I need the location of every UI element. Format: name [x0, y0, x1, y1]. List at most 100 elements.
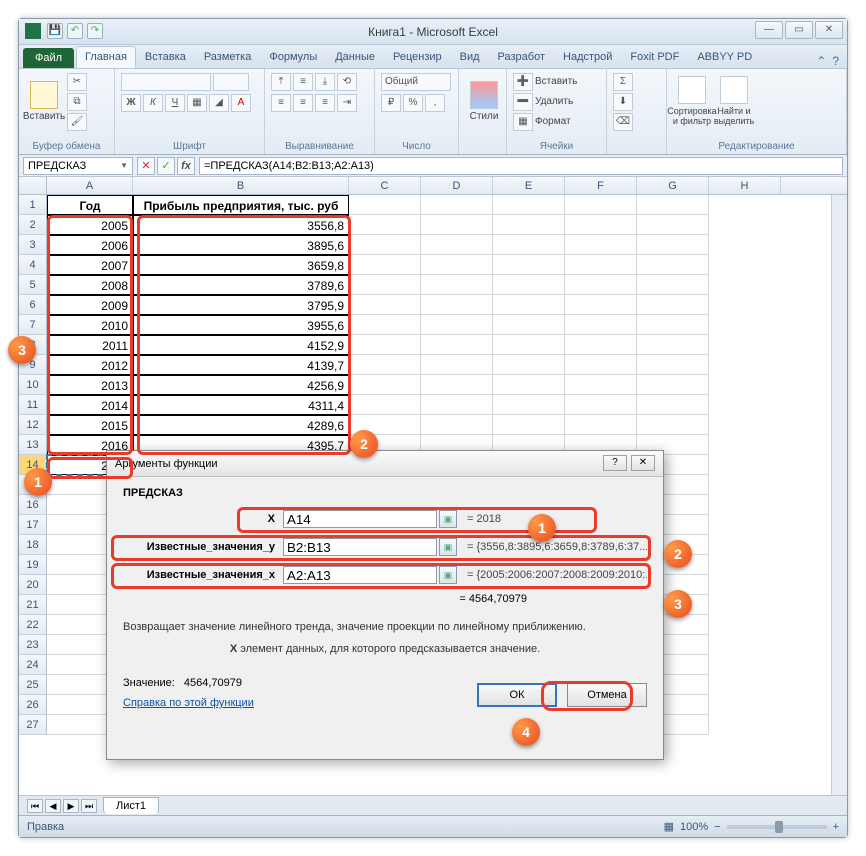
format-painter-icon[interactable]: 🖌: [67, 113, 87, 131]
format-cells-icon[interactable]: ▦: [513, 113, 533, 131]
cell-b1[interactable]: Прибыль предприятия, тыс. руб: [133, 195, 349, 215]
tab-data[interactable]: Данные: [326, 46, 384, 68]
percent-icon[interactable]: %: [403, 94, 423, 112]
table-cell[interactable]: 2015: [47, 415, 133, 435]
row-header[interactable]: 4: [19, 255, 47, 275]
align-right-icon[interactable]: ≡: [315, 94, 335, 112]
tab-abbyy[interactable]: ABBYY PD: [688, 46, 761, 68]
collapse-dialog-icon[interactable]: ▣: [439, 538, 457, 556]
tab-formulas[interactable]: Формулы: [260, 46, 326, 68]
row-header[interactable]: 20: [19, 575, 47, 595]
styles-button[interactable]: Стили: [465, 73, 503, 129]
clear-icon[interactable]: ⌫: [613, 113, 633, 131]
fx-icon[interactable]: fx: [177, 157, 195, 175]
arg-input-xknown[interactable]: [283, 566, 437, 584]
align-left-icon[interactable]: ≡: [271, 94, 291, 112]
row-header[interactable]: 23: [19, 635, 47, 655]
vertical-scrollbar[interactable]: [831, 195, 847, 835]
fill-icon[interactable]: ⬇: [613, 93, 633, 111]
font-size[interactable]: [213, 73, 249, 91]
arg-input-x[interactable]: [283, 510, 437, 528]
row-header[interactable]: 10: [19, 375, 47, 395]
copy-icon[interactable]: ⧉: [67, 93, 87, 111]
next-sheet-icon[interactable]: ▶: [63, 799, 79, 813]
table-cell[interactable]: 4139,7: [133, 355, 349, 375]
chevron-down-icon[interactable]: ▼: [120, 158, 128, 174]
row-header[interactable]: 5: [19, 275, 47, 295]
comma-icon[interactable]: ,: [425, 94, 445, 112]
table-cell[interactable]: 3556,8: [133, 215, 349, 235]
table-cell[interactable]: 4152,9: [133, 335, 349, 355]
name-box[interactable]: ПРЕДСКАЗ ▼: [23, 157, 133, 175]
col-header-e[interactable]: E: [493, 177, 565, 194]
row-header[interactable]: 12: [19, 415, 47, 435]
table-cell[interactable]: 2008: [47, 275, 133, 295]
maximize-button[interactable]: ▭: [785, 21, 813, 39]
arg-input-y[interactable]: [283, 538, 437, 556]
row-header[interactable]: 6: [19, 295, 47, 315]
italic-icon[interactable]: К: [143, 94, 163, 112]
number-format[interactable]: Общий: [381, 73, 451, 91]
zoom-in-icon[interactable]: +: [833, 821, 839, 833]
tab-home[interactable]: Главная: [76, 46, 136, 68]
table-cell[interactable]: 2012: [47, 355, 133, 375]
zoom-slider[interactable]: [727, 825, 827, 829]
collapse-dialog-icon[interactable]: ▣: [439, 566, 457, 584]
row-header[interactable]: 27: [19, 715, 47, 735]
tab-addins[interactable]: Надстрой: [554, 46, 621, 68]
table-cell[interactable]: 2014: [47, 395, 133, 415]
border-icon[interactable]: ▦: [187, 94, 207, 112]
help-icon[interactable]: ?: [832, 54, 839, 68]
insert-cells-icon[interactable]: ➕: [513, 73, 533, 91]
paste-button[interactable]: Вставить: [25, 73, 63, 129]
help-link[interactable]: Справка по этой функции: [123, 697, 254, 709]
row-header[interactable]: 3: [19, 235, 47, 255]
ok-button[interactable]: ОК: [477, 683, 557, 707]
file-tab[interactable]: Файл: [23, 48, 74, 68]
row-header[interactable]: 11: [19, 395, 47, 415]
col-header-b[interactable]: B: [133, 177, 349, 194]
underline-icon[interactable]: Ч: [165, 94, 185, 112]
align-top-icon[interactable]: ⤒: [271, 73, 291, 91]
table-cell[interactable]: 4311,4: [133, 395, 349, 415]
row-header[interactable]: 24: [19, 655, 47, 675]
format-cells-label[interactable]: Формат: [535, 113, 571, 131]
table-cell[interactable]: 2005: [47, 215, 133, 235]
table-cell[interactable]: 2009: [47, 295, 133, 315]
tab-view[interactable]: Вид: [451, 46, 489, 68]
row-header[interactable]: 7: [19, 315, 47, 335]
dialog-close-icon[interactable]: ✕: [631, 455, 655, 471]
row-header[interactable]: 25: [19, 675, 47, 695]
table-cell[interactable]: 3895,6: [133, 235, 349, 255]
tab-foxit[interactable]: Foxit PDF: [621, 46, 688, 68]
delete-cells-label[interactable]: Удалить: [535, 93, 573, 111]
row-header[interactable]: 1: [19, 195, 47, 215]
table-cell[interactable]: 2006: [47, 235, 133, 255]
align-center-icon[interactable]: ≡: [293, 94, 313, 112]
cancel-button[interactable]: Отмена: [567, 683, 647, 707]
autosum-icon[interactable]: Σ: [613, 73, 633, 91]
tab-review[interactable]: Рецензир: [384, 46, 451, 68]
formula-input[interactable]: =ПРЕДСКАЗ(A14;B2:B13;A2:A13): [199, 157, 843, 175]
col-header-a[interactable]: A: [47, 177, 133, 194]
row-header[interactable]: 22: [19, 615, 47, 635]
table-cell[interactable]: 2011: [47, 335, 133, 355]
cancel-formula-icon[interactable]: ✕: [137, 157, 155, 175]
confirm-formula-icon[interactable]: ✓: [157, 157, 175, 175]
tab-developer[interactable]: Разработ: [489, 46, 554, 68]
row-header[interactable]: 17: [19, 515, 47, 535]
table-cell[interactable]: 4289,6: [133, 415, 349, 435]
align-bottom-icon[interactable]: ⤓: [315, 73, 335, 91]
sort-filter-button[interactable]: Сортировка и фильтр: [673, 73, 711, 129]
sheet-tab-1[interactable]: Лист1: [103, 797, 159, 814]
table-cell[interactable]: 3659,8: [133, 255, 349, 275]
row-header[interactable]: 13: [19, 435, 47, 455]
view-normal-icon[interactable]: ▦: [664, 820, 674, 833]
minimize-button[interactable]: —: [755, 21, 783, 39]
dialog-help-icon[interactable]: ?: [603, 455, 627, 471]
cut-icon[interactable]: ✂: [67, 73, 87, 91]
prev-sheet-icon[interactable]: ◀: [45, 799, 61, 813]
table-cell[interactable]: 2010: [47, 315, 133, 335]
font-name[interactable]: [121, 73, 211, 91]
save-icon[interactable]: 💾: [47, 23, 63, 39]
